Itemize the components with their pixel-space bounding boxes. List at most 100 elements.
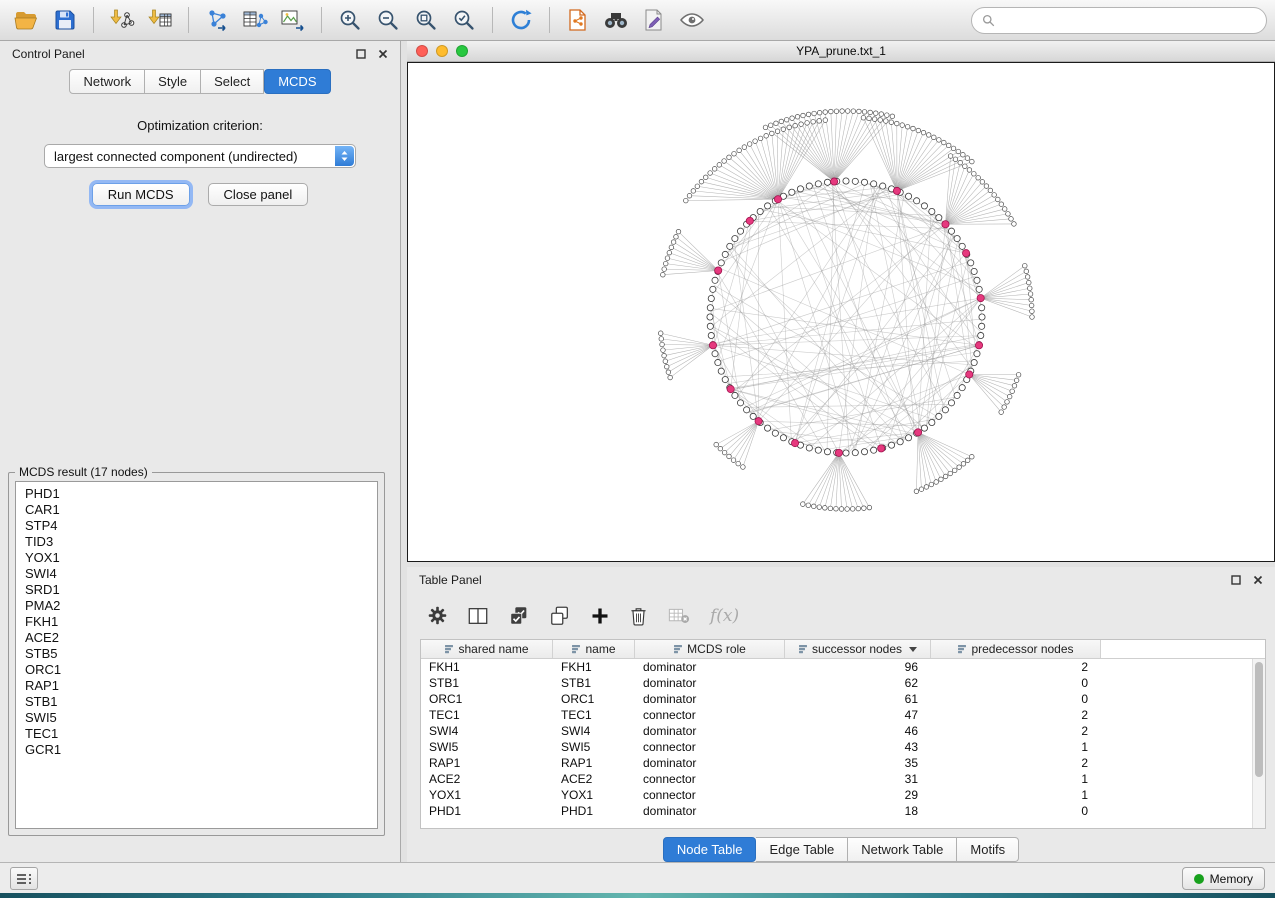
binoculars-icon <box>603 8 629 32</box>
save-session-button[interactable] <box>47 4 83 36</box>
deselect-all-rows-button[interactable] <box>549 605 571 627</box>
select-all-rows-button[interactable] <box>508 605 530 627</box>
tab-network-table[interactable]: Network Table <box>848 837 957 862</box>
unchecked-boxes-icon <box>549 605 571 627</box>
column-header-successor-nodes[interactable]: successor nodes <box>785 640 931 658</box>
tab-mcds[interactable]: MCDS <box>264 69 330 94</box>
result-node[interactable]: SWI5 <box>25 710 368 726</box>
result-node[interactable]: PHD1 <box>25 486 368 502</box>
table-row[interactable]: ACE2ACE2connector311 <box>421 771 1265 787</box>
table-row[interactable]: RAP1RAP1dominator352 <box>421 755 1265 771</box>
show-columns-button[interactable] <box>467 605 489 627</box>
float-icon <box>1231 575 1241 585</box>
tab-edge-table[interactable]: Edge Table <box>756 837 848 862</box>
optimization-select[interactable]: largest connected component (undirected) <box>44 144 356 168</box>
memory-label: Memory <box>1210 872 1253 886</box>
refresh-layout-button[interactable] <box>503 4 539 36</box>
import-table-button[interactable] <box>142 4 178 36</box>
optimization-selected-value: largest connected component (undirected) <box>54 149 298 164</box>
close-panel-button[interactable]: Close panel <box>208 183 309 206</box>
close-panel-x-button[interactable] <box>378 49 388 59</box>
table-row[interactable]: TEC1TEC1connector472 <box>421 707 1265 723</box>
network-canvas[interactable] <box>407 62 1275 562</box>
column-options-icon <box>444 644 454 654</box>
float-table-panel-button[interactable] <box>1231 575 1241 585</box>
tab-style[interactable]: Style <box>145 69 201 94</box>
toolbar-search[interactable] <box>971 7 1267 34</box>
tab-motifs[interactable]: Motifs <box>957 837 1019 862</box>
zoom-fit-button[interactable] <box>408 4 444 36</box>
result-node[interactable]: ACE2 <box>25 630 368 646</box>
zoom-selected-icon <box>452 8 476 32</box>
table-cell: 31 <box>785 771 931 787</box>
table-scrollbar[interactable] <box>1252 659 1265 828</box>
run-mcds-button[interactable]: Run MCDS <box>92 183 190 206</box>
main-toolbar <box>0 0 1275 41</box>
add-column-button[interactable] <box>590 606 610 626</box>
table-cell: STB1 <box>421 675 553 691</box>
memory-button[interactable]: Memory <box>1182 867 1265 890</box>
table-settings-button[interactable] <box>427 605 448 626</box>
share-document-button[interactable] <box>560 4 596 36</box>
apply-style-button[interactable] <box>636 4 672 36</box>
table-cell: SWI5 <box>421 739 553 755</box>
table-row[interactable]: ORC1ORC1dominator610 <box>421 691 1265 707</box>
close-icon <box>1253 575 1263 585</box>
apply-style-icon <box>642 8 666 32</box>
zoom-in-button[interactable] <box>332 4 368 36</box>
result-node[interactable]: YOX1 <box>25 550 368 566</box>
table-cell: dominator <box>635 675 785 691</box>
show-hide-graphics-button[interactable] <box>674 4 710 36</box>
table-scrollbar-thumb[interactable] <box>1255 662 1263 777</box>
table-cell: SWI4 <box>553 723 635 739</box>
close-icon <box>378 49 388 59</box>
network-view-window: YPA_prune.txt_1 <box>407 41 1275 562</box>
table-cell: 0 <box>931 691 1101 707</box>
column-header-name[interactable]: name <box>553 640 635 658</box>
result-node[interactable]: STP4 <box>25 518 368 534</box>
result-node[interactable]: CAR1 <box>25 502 368 518</box>
search-network-button[interactable] <box>598 4 634 36</box>
result-node[interactable]: TID3 <box>25 534 368 550</box>
table-row[interactable]: PHD1PHD1dominator180 <box>421 803 1265 819</box>
float-icon <box>356 49 366 59</box>
zoom-out-button[interactable] <box>370 4 406 36</box>
column-header-MCDS-role[interactable]: MCDS role <box>635 640 785 658</box>
search-input[interactable] <box>1001 13 1266 28</box>
column-header-predecessor-nodes[interactable]: predecessor nodes <box>931 640 1101 658</box>
open-file-button[interactable] <box>9 4 45 36</box>
panel-menu-button[interactable] <box>10 867 38 890</box>
table-row[interactable]: SWI5SWI5connector431 <box>421 739 1265 755</box>
result-node[interactable]: SWI4 <box>25 566 368 582</box>
result-node[interactable]: GCR1 <box>25 742 368 758</box>
export-network-button[interactable] <box>199 4 235 36</box>
delete-column-button[interactable] <box>629 605 648 626</box>
result-node[interactable]: STB1 <box>25 694 368 710</box>
table-cell: 2 <box>931 659 1101 675</box>
toolbar-separator <box>321 7 322 33</box>
table-row[interactable]: YOX1YOX1connector291 <box>421 787 1265 803</box>
result-node[interactable]: SRD1 <box>25 582 368 598</box>
tab-network[interactable]: Network <box>69 69 145 94</box>
tab-node-table[interactable]: Node Table <box>663 837 757 862</box>
export-table-button[interactable] <box>237 4 273 36</box>
float-panel-button[interactable] <box>356 49 366 59</box>
result-node[interactable]: FKH1 <box>25 614 368 630</box>
result-node[interactable]: PMA2 <box>25 598 368 614</box>
export-image-button[interactable] <box>275 4 311 36</box>
result-node[interactable]: STB5 <box>25 646 368 662</box>
result-node[interactable]: RAP1 <box>25 678 368 694</box>
result-node[interactable]: TEC1 <box>25 726 368 742</box>
import-network-button[interactable] <box>104 4 140 36</box>
table-row[interactable]: FKH1FKH1dominator962 <box>421 659 1265 675</box>
table-row[interactable]: STB1STB1dominator620 <box>421 675 1265 691</box>
toolbar-separator <box>492 7 493 33</box>
zoom-selected-button[interactable] <box>446 4 482 36</box>
column-header-shared-name[interactable]: shared name <box>421 640 553 658</box>
close-table-panel-button[interactable] <box>1253 575 1263 585</box>
tab-select[interactable]: Select <box>201 69 264 94</box>
search-icon <box>982 14 995 27</box>
table-row[interactable]: SWI4SWI4dominator462 <box>421 723 1265 739</box>
result-node[interactable]: ORC1 <box>25 662 368 678</box>
table-cell: dominator <box>635 659 785 675</box>
